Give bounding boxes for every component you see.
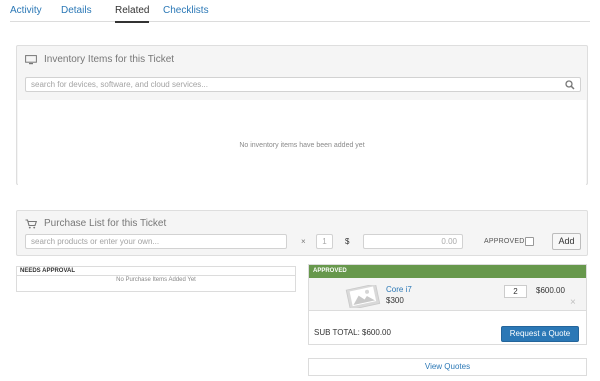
request-quote-button[interactable]: Request a Quote xyxy=(501,326,579,342)
item-unit-price: $300 xyxy=(386,296,404,305)
purchase-search-box xyxy=(25,234,287,249)
purchase-panel: Purchase List for this Ticket × 1 $ 0.00… xyxy=(16,210,588,256)
quantity-input[interactable]: 1 xyxy=(316,234,333,249)
purchase-title: Purchase List for this Ticket xyxy=(44,218,167,229)
item-quantity-input[interactable]: 2 xyxy=(504,285,527,298)
inventory-empty-message: No inventory items have been added yet xyxy=(239,141,365,149)
approved-checkbox-label: APPROVED xyxy=(484,238,525,245)
currency-sign: $ xyxy=(345,237,350,246)
approved-header: APPROVED xyxy=(309,265,586,278)
inventory-title: Inventory Items for this Ticket xyxy=(44,54,175,65)
inventory-panel: Inventory Items for this Ticket No inven… xyxy=(16,45,588,190)
item-total: $600.00 xyxy=(536,286,565,295)
needs-approval-list: NEEDS APPROVAL No Purchase Items Added Y… xyxy=(16,266,296,292)
product-image-placeholder-icon xyxy=(345,285,381,308)
multiply-sign: × xyxy=(301,237,306,246)
view-quotes-button[interactable]: View Quotes xyxy=(308,358,587,376)
monitor-icon xyxy=(25,54,37,64)
add-button[interactable]: Add xyxy=(552,233,581,250)
approved-checkbox[interactable] xyxy=(525,237,534,246)
inventory-empty-area: No inventory items have been added yet xyxy=(18,100,586,190)
tab-related[interactable]: Related xyxy=(115,5,150,23)
tab-bar: Activity Details Related Checklists xyxy=(10,0,590,23)
purchase-entry-row: × 1 $ 0.00 APPROVED Add xyxy=(25,233,581,250)
tab-details[interactable]: Details xyxy=(61,5,92,16)
needs-approval-empty: No Purchase Items Added Yet xyxy=(116,277,196,283)
cart-icon xyxy=(25,218,37,228)
approved-list: APPROVED Core i7 $300 2 $600.00 × SUB TO… xyxy=(308,264,587,345)
tab-checklists[interactable]: Checklists xyxy=(163,5,209,16)
remove-item-icon[interactable]: × xyxy=(570,298,576,308)
item-name-link[interactable]: Core i7 xyxy=(386,285,412,294)
inventory-header: Inventory Items for this Ticket xyxy=(25,54,174,65)
tab-activity[interactable]: Activity xyxy=(10,5,42,16)
search-icon[interactable] xyxy=(564,79,576,91)
list-item: Core i7 $300 2 $600.00 × xyxy=(309,278,586,311)
subtotal: SUB TOTAL: $600.00 xyxy=(314,328,391,337)
inventory-search-box xyxy=(25,77,581,92)
needs-approval-header: NEEDS APPROVAL xyxy=(17,267,295,276)
price-input[interactable]: 0.00 xyxy=(363,234,463,249)
inventory-search-input[interactable] xyxy=(26,78,580,91)
purchase-header: Purchase List for this Ticket xyxy=(25,218,166,229)
purchase-search-input[interactable] xyxy=(26,235,286,248)
